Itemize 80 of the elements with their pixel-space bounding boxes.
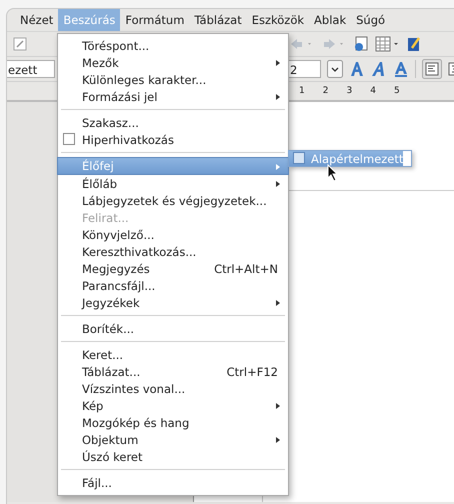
menu-item-label: Vízszintes vonal... (82, 382, 186, 396)
underline-icon[interactable] (393, 61, 409, 77)
menubar-item[interactable]: Eszközök (246, 9, 310, 31)
menu-item-label: Fájl... (82, 476, 112, 490)
menu-item[interactable]: Jegyzékek (58, 294, 288, 311)
menu-item-label: Hiperhivatkozás (82, 132, 174, 146)
menu-item[interactable]: Úszó keret (58, 448, 288, 465)
menu-item-label: Objektum (82, 432, 138, 446)
menu-item-label: Úszó keret (82, 450, 143, 464)
menu-item-label: Keret... (82, 348, 124, 362)
menubar-item[interactable]: Nézet (15, 9, 58, 31)
menubar-item[interactable]: Súgó (351, 9, 390, 31)
submenu-item-label: Alapértelmezett (311, 152, 404, 166)
menu-item-label: Mezők (82, 56, 119, 70)
menu-item-label: Formázási jel (82, 90, 158, 104)
menu-item-label: Táblázat... (82, 364, 140, 378)
bold-icon[interactable] (349, 61, 365, 77)
menu-item-label: Kereszthivatkozás... (82, 244, 196, 258)
menu-item-label: Kép (82, 398, 104, 412)
menu-item-label: Jegyzékek (82, 296, 140, 310)
edit-icon[interactable] (13, 37, 27, 51)
menu-item[interactable]: Szakasz... (58, 114, 288, 131)
menu-item[interactable]: Objektum (58, 431, 288, 448)
menubar-item[interactable]: Ablak (309, 9, 352, 31)
menu-item-label: Könyvjelző... (82, 228, 154, 242)
menu-item-label: Parancsfájl... (82, 278, 156, 292)
submenu-arrow-icon (276, 60, 280, 66)
submenu-arrow-icon (276, 437, 280, 443)
ruler-number: 3 (345, 86, 354, 96)
submenu-arrow-icon (276, 300, 280, 306)
checkbox[interactable] (63, 133, 75, 145)
menu-item[interactable]: Parancsfájl... (58, 277, 288, 294)
menu-item[interactable]: Vízszintes vonal... (58, 380, 288, 397)
menu-item[interactable]: Táblázat... Ctrl+F12 (58, 363, 288, 380)
navigator-icon[interactable] (353, 36, 369, 52)
menu-item[interactable]: Könyvjelző... (58, 226, 288, 243)
menu-item[interactable]: Keret... (58, 346, 288, 363)
menu-item[interactable]: Boríték... (58, 320, 288, 337)
menu-item[interactable]: Hiperhivatkozás (58, 131, 288, 148)
submenu-arrow-icon (276, 181, 280, 187)
menu-item[interactable]: Élőláb (58, 175, 288, 192)
shortcut-label: Ctrl+Alt+N (214, 262, 278, 276)
italic-icon[interactable] (371, 61, 387, 77)
ruler-number: 5 (392, 86, 401, 96)
menu-item-label: Lábjegyzetek és végjegyzetek... (82, 194, 267, 208)
paragraph-style-field[interactable]: ezett (7, 60, 55, 78)
menu-item-label: Boríték... (82, 322, 134, 336)
menu-item[interactable]: Különleges karakter... (58, 71, 288, 88)
menu-item-label: Felirat... (82, 210, 129, 224)
align-left-button[interactable] (422, 59, 442, 79)
menu-item[interactable]: Töréspont... (58, 37, 288, 54)
submenu-arrow-icon (276, 403, 280, 409)
menu-item[interactable]: Fájl... (58, 474, 288, 491)
menu-item-label: Különleges karakter... (82, 72, 206, 86)
menu-item-label: Szakasz... (82, 116, 139, 130)
menubar-item[interactable]: Formátum (120, 9, 190, 31)
ruler-number: 2 (322, 86, 330, 96)
shortcut-label: Ctrl+F12 (226, 364, 278, 378)
menu-item[interactable]: Mezők (58, 54, 288, 71)
submenu-arrow-icon (276, 94, 280, 100)
menu-item[interactable]: Mozgókép és hang (58, 414, 288, 431)
menu-item[interactable]: Megjegyzés Ctrl+Alt+N (58, 260, 288, 277)
menubar-item[interactable]: Táblázat (189, 9, 247, 31)
menu-item-label: Élőláb (82, 176, 118, 190)
table-icon[interactable] (375, 36, 401, 52)
ruler-number: 1 (298, 86, 306, 96)
font-size-field[interactable]: 2 (287, 60, 321, 78)
checkbox[interactable] (293, 152, 305, 164)
pen-icon[interactable] (407, 36, 421, 52)
menu-item-label: Töréspont... (82, 38, 150, 52)
dropdown-button[interactable] (327, 60, 343, 78)
menu-item-label: Élőfej (82, 159, 114, 173)
submenu-arrow-icon (276, 164, 280, 170)
menu-item[interactable]: Kép (58, 397, 288, 414)
menu-item-label: Mozgókép és hang (82, 416, 190, 430)
menu-item[interactable]: Formázási jel (58, 88, 288, 105)
ruler-number: 4 (369, 86, 377, 96)
menu-item[interactable]: Kereszthivatkozás... (58, 243, 288, 260)
menu-item[interactable]: Lábjegyzetek és végjegyzetek... (58, 192, 288, 209)
menu-item-label: Megjegyzés (82, 262, 150, 276)
